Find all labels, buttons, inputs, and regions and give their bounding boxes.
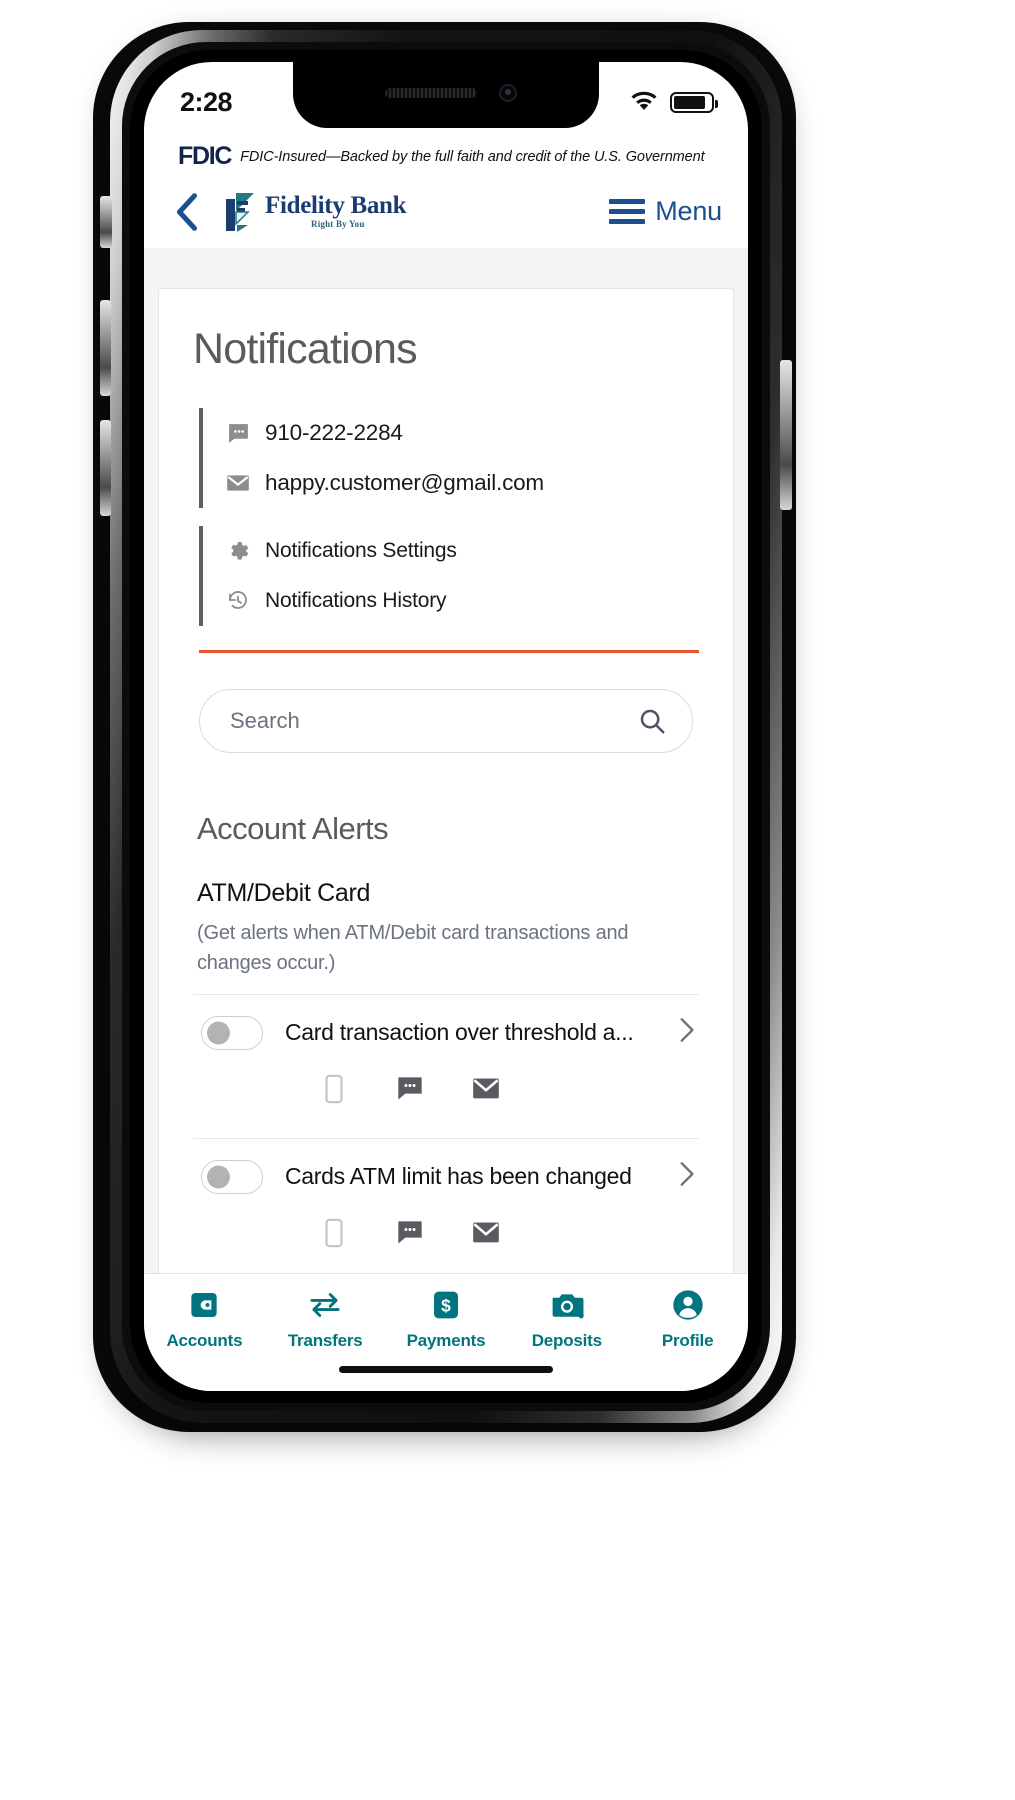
page-scroll-area[interactable]: Notifications 910-222-2284 happy.custome… (144, 248, 748, 1273)
bottom-navigation: Accounts Transfers $ Payments Deposits P… (144, 1273, 748, 1391)
nav-item-profile[interactable]: Profile (627, 1288, 748, 1351)
push-phone-icon[interactable] (319, 1074, 349, 1104)
status-bar-indicators (629, 89, 718, 116)
deposits-icon (550, 1288, 584, 1322)
earpiece-speaker-icon (385, 88, 477, 98)
push-phone-icon[interactable] (319, 1218, 349, 1248)
nav-label-deposits: Deposits (531, 1331, 602, 1350)
nav-label-transfers: Transfers (287, 1331, 363, 1350)
alert-row[interactable]: Card transaction over threshold a... (193, 994, 699, 1122)
menu-button[interactable]: Menu (609, 196, 722, 227)
mail-icon (225, 470, 251, 496)
notifications-settings-link[interactable]: Notifications Settings (225, 526, 699, 576)
fidelity-bank-logo[interactable]: Fidelity Bank Right By You (224, 191, 407, 232)
alert-row-main: Card transaction over threshold a... (193, 1015, 699, 1050)
accounts-icon (187, 1288, 221, 1322)
nav-item-deposits[interactable]: Deposits (506, 1288, 627, 1351)
contact-phone-label: 910-222-2284 (265, 420, 403, 445)
svg-text:$: $ (441, 1296, 451, 1316)
nav-item-accounts[interactable]: Accounts (144, 1288, 265, 1351)
phone-silent-switch[interactable] (100, 196, 112, 248)
contact-link-phone[interactable]: 910-222-2284 (225, 408, 699, 458)
fdic-logo: FDIC (178, 142, 232, 170)
alert-channel-row (193, 1218, 699, 1248)
contact-link-email[interactable]: happy.customer@gmail.com (225, 458, 699, 508)
search-icon[interactable] (637, 706, 667, 736)
mail-icon[interactable] (471, 1074, 501, 1104)
nav-label-payments: Payments (406, 1331, 486, 1350)
sms-icon[interactable] (395, 1218, 425, 1248)
phone-screen: 2:28 FDIC FDIC-Insured—Backed by the ful… (144, 62, 748, 1391)
alert-toggle[interactable] (201, 1159, 263, 1194)
phone-volume-down-button[interactable] (100, 420, 111, 516)
app-header: Fidelity Bank Right By You Menu (144, 174, 748, 248)
contact-links-group: 910-222-2284 happy.customer@gmail.com (199, 408, 699, 508)
home-indicator[interactable] (339, 1366, 553, 1373)
chevron-right-icon[interactable] (673, 1015, 699, 1050)
brand-name: Fidelity Bank (265, 192, 407, 219)
alert-group-desc-atm: (Get alerts when ATM/Debit card transact… (197, 922, 629, 974)
transfers-icon (308, 1288, 342, 1322)
wifi-icon (629, 89, 659, 116)
back-chevron-icon[interactable] (172, 192, 202, 231)
profile-icon (671, 1288, 705, 1322)
alert-label: Cards ATM limit has been changed (285, 1163, 632, 1189)
alert-row[interactable]: Cards ATM limit has been changed (193, 1138, 699, 1266)
fdic-disclosure-bar: FDIC FDIC-Insured—Backed by the full fai… (144, 128, 748, 173)
alert-group-title-atm: ATM/Debit Card (197, 879, 371, 907)
battery-icon (670, 91, 718, 113)
phone-volume-up-button[interactable] (100, 300, 111, 396)
account-alerts-title: Account Alerts (197, 811, 389, 846)
sms-icon (225, 421, 251, 446)
alert-label: Card transaction over threshold a... (285, 1019, 634, 1045)
notifications-settings-label: Notifications Settings (265, 539, 457, 562)
menu-button-label: Menu (655, 195, 722, 226)
accent-divider (199, 650, 699, 653)
payments-icon: $ (429, 1288, 463, 1322)
gear-icon (225, 539, 251, 563)
page-title: Notifications (193, 325, 418, 373)
search-container (199, 689, 693, 753)
contact-email-label: happy.customer@gmail.com (265, 470, 544, 495)
nav-label-profile: Profile (661, 1331, 714, 1350)
screenshot-root: 2:28 FDIC FDIC-Insured—Backed by the ful… (0, 0, 1015, 1800)
alert-channel-row (193, 1074, 699, 1104)
search-input[interactable] (199, 689, 693, 753)
fidelity-bank-wordmark: Fidelity Bank Right By You (265, 192, 407, 229)
sms-icon[interactable] (395, 1074, 425, 1104)
nav-item-transfers[interactable]: Transfers (265, 1288, 386, 1351)
phone-notch (293, 62, 599, 128)
alert-toggle[interactable] (201, 1015, 263, 1050)
alert-row-main: Cards ATM limit has been changed (193, 1159, 699, 1194)
mail-icon[interactable] (471, 1218, 501, 1248)
front-camera-icon (499, 84, 517, 102)
brand-tagline: Right By You (311, 219, 365, 229)
fdic-disclosure-text: FDIC-Insured—Backed by the full faith an… (240, 148, 705, 165)
notifications-history-link[interactable]: Notifications History (225, 576, 699, 626)
history-icon (225, 589, 251, 613)
settings-links-group: Notifications Settings Notifications His… (199, 526, 699, 626)
notifications-history-label: Notifications History (265, 589, 447, 612)
phone-power-button[interactable] (780, 360, 792, 510)
fidelity-bank-mark-icon (224, 191, 258, 232)
nav-item-payments[interactable]: $ Payments (386, 1288, 507, 1351)
notifications-card: Notifications 910-222-2284 happy.custome… (158, 288, 734, 1273)
nav-label-accounts: Accounts (166, 1331, 243, 1350)
hamburger-icon (609, 198, 646, 224)
chevron-right-icon[interactable] (673, 1159, 699, 1194)
status-bar-time: 2:28 (180, 86, 233, 117)
